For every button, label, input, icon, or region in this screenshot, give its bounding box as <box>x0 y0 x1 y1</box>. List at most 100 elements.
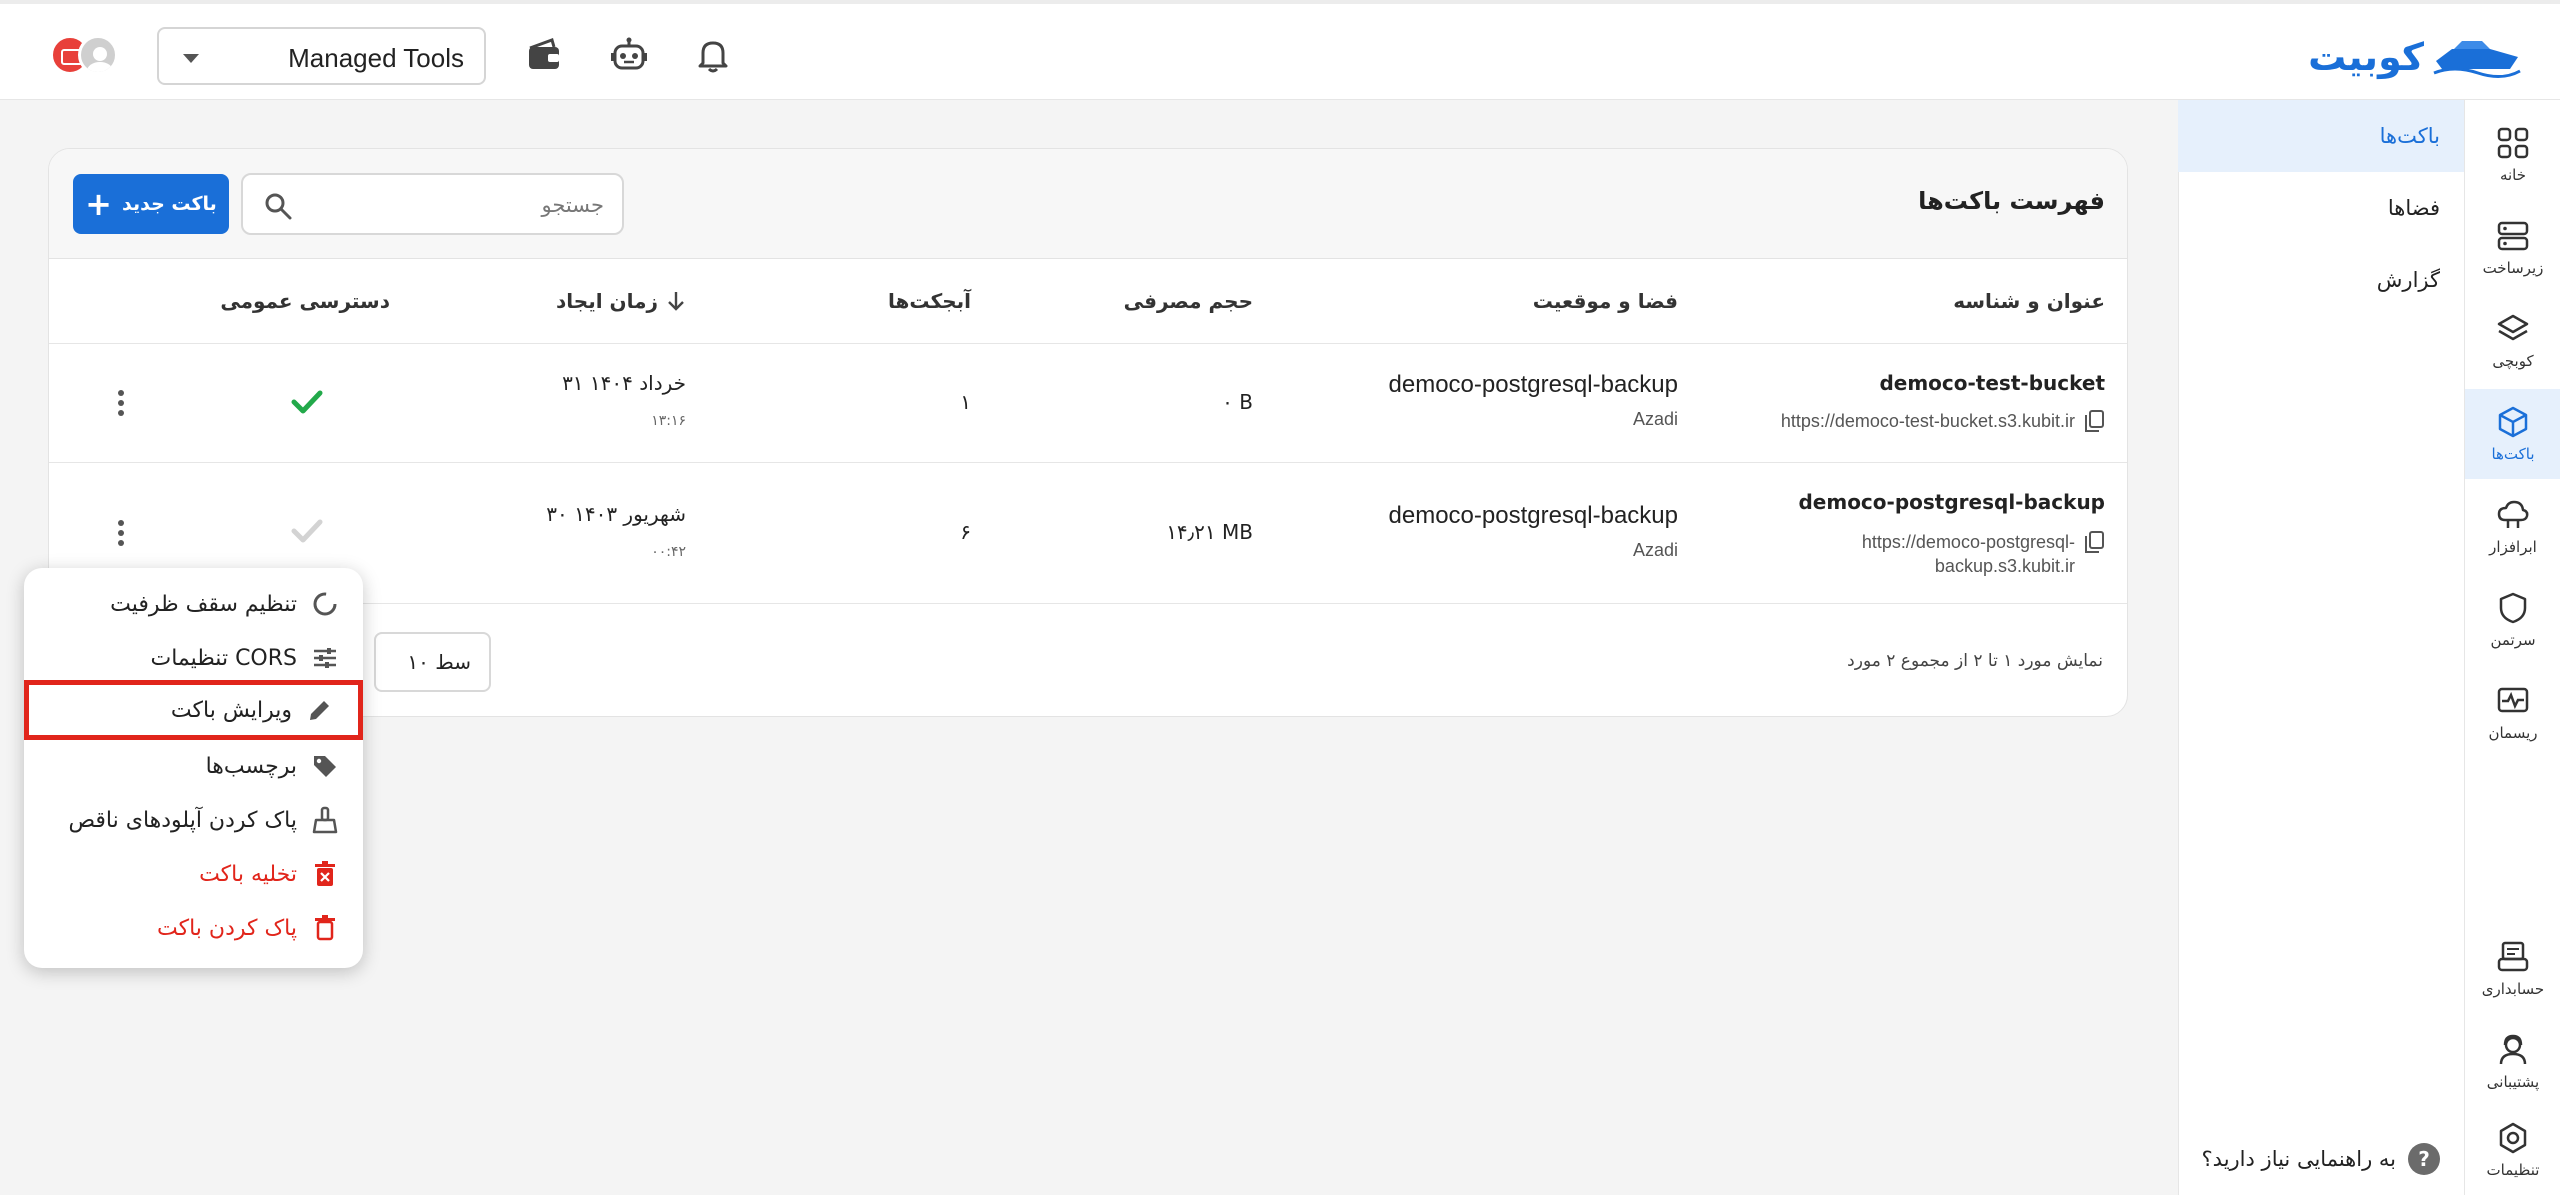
bucket-name[interactable]: democo-test-bucket <box>1879 371 2105 395</box>
search-input[interactable] <box>304 188 604 222</box>
menu-item-label: پاک کردن آپلودهای ناقص <box>68 807 297 833</box>
subnav-item-spaces[interactable]: فضاها <box>2178 172 2464 244</box>
table-header: عنوان و شناسه فضا و موقعیت حجم مصرفی آبج… <box>49 260 2127 344</box>
brand-name: کوبیت <box>2308 35 2424 79</box>
created-date: ۳۰ شهریور ۱۴۰۳ <box>546 502 686 526</box>
project-select-value: Managed Tools <box>288 43 464 73</box>
rail-label: حسابداری <box>2481 980 2545 998</box>
created-date: ۳۱ خرداد ۱۴۰۴ <box>562 371 686 395</box>
cloud-icon <box>2497 500 2529 528</box>
space-name: democo-postgresql-backup <box>1388 371 1679 398</box>
space-location: Azadi <box>1632 409 1678 429</box>
tag-icon <box>314 756 336 777</box>
menu-item-label: تخلیه باکت <box>199 861 297 887</box>
menu-item-cors-settings[interactable]: تنظیمات CORS <box>24 631 363 685</box>
objects-value: ۶ <box>960 520 971 544</box>
rail-item-cloudware[interactable]: ابرافزار <box>2465 482 2560 572</box>
menu-item-clear-incomplete-uploads[interactable]: پاک کردن آپلودهای ناقص <box>24 793 363 847</box>
menu-item-edit-bucket[interactable]: ویرایش باکت <box>24 680 363 740</box>
row-menu-button[interactable] <box>117 390 125 420</box>
size-value: ۰ B <box>1222 390 1253 414</box>
bucket-url-text: https://democo-postgresql- backup.s3.kub… <box>1862 530 2075 578</box>
rail-label: پشتیبانی <box>2486 1073 2540 1091</box>
space-name: democo-postgresql-backup <box>1388 502 1679 529</box>
menu-item-empty-bucket[interactable]: تخلیه باکت <box>24 847 363 901</box>
robot-icon[interactable] <box>609 35 649 75</box>
project-select[interactable]: Managed Tools <box>157 27 486 85</box>
server-icon <box>2497 221 2529 251</box>
help-text: به راهنمایی نیاز دارید؟ <box>2201 1147 2396 1171</box>
search-box[interactable] <box>241 173 624 235</box>
subnav-item-report[interactable]: گزارش <box>2178 244 2464 316</box>
rows-per-page-select[interactable]: ۱۰ سط <box>374 632 491 692</box>
rail-item-accounting[interactable]: حسابداری <box>2465 924 2560 1014</box>
rail-item-infrastructure[interactable]: زیرساخت <box>2465 203 2560 293</box>
support-icon <box>2499 1034 2527 1065</box>
bucket-url: https://democo-test-bucket.s3.kubit.ir <box>1781 409 2105 433</box>
rail-item-home[interactable]: خانه <box>2465 110 2560 200</box>
sub-sidebar: باکت‌ها فضاها گزارش به راهنمایی نیاز دار… <box>2178 100 2464 1195</box>
col-created[interactable]: زمان ایجاد <box>556 289 686 313</box>
col-public[interactable]: دسترسی عمومی <box>220 289 390 313</box>
check-icon <box>291 390 323 414</box>
rail-item-support[interactable]: پشتیبانی <box>2465 1017 2560 1107</box>
col-objects[interactable]: آبجکت‌ها <box>888 289 971 313</box>
wallet-icon[interactable] <box>524 35 564 75</box>
pagination-summary: نمایش مورد ۱ تا ۲ از مجموع ۲ مورد <box>1847 651 2103 671</box>
size-value: ۱۴٫۲۱ MB <box>1166 520 1253 544</box>
menu-item-delete-bucket[interactable]: پاک کردن باکت <box>24 901 363 955</box>
search-icon <box>265 193 292 220</box>
broom-icon <box>312 806 338 834</box>
rail-item-risman[interactable]: ریسمان <box>2465 668 2560 758</box>
help-link[interactable]: به راهنمایی نیاز دارید؟ ? <box>2202 1143 2440 1175</box>
new-bucket-button[interactable]: + باکت جدید <box>73 174 229 234</box>
monitor-icon <box>2497 687 2529 713</box>
col-space[interactable]: فضا و موقعیت <box>1533 289 1678 313</box>
bell-icon[interactable] <box>693 35 733 75</box>
row-menu-button[interactable] <box>117 520 125 550</box>
copy-icon[interactable] <box>2083 530 2105 554</box>
rail-item-settings[interactable]: تنظیمات <box>2465 1105 2560 1195</box>
arrow-down-icon <box>668 292 684 311</box>
rail-item-sartaman[interactable]: سرتمن <box>2465 575 2560 665</box>
chevron-down-icon <box>183 54 199 63</box>
menu-item-label: برچسب‌ها <box>205 753 297 779</box>
plus-icon: + <box>85 185 112 223</box>
menu-item-capacity-limit[interactable]: تنظیم سقف ظرفیت <box>24 577 363 631</box>
rail-item-kubchi[interactable]: کوبچی <box>2465 296 2560 386</box>
brand-logo[interactable]: کوبیت <box>2308 32 2522 82</box>
created-time: ۰۰:۴۲ <box>651 544 686 560</box>
bucket-url-text: https://democo-test-bucket.s3.kubit.ir <box>1780 410 2075 431</box>
space-location: Azadi <box>1632 540 1678 560</box>
menu-item-tags[interactable]: برچسب‌ها <box>24 739 363 793</box>
table-row[interactable]: democo-test-bucket https://democo-test-b… <box>49 345 2127 463</box>
menu-item-label: ویرایش باکت <box>170 697 292 723</box>
main-sidebar: خانه زیرساخت کوبچی باکت‌ها ابرافزار سرتم… <box>2464 100 2560 1195</box>
rail-item-buckets[interactable]: باکت‌ها <box>2465 389 2560 479</box>
bucket-name[interactable]: democo-postgresql-backup <box>1798 490 2105 514</box>
user-avatar-group[interactable] <box>44 30 124 80</box>
trash-icon <box>315 915 335 941</box>
top-header: کوبیت Managed Tools <box>0 0 2560 100</box>
bucket-url: https://democo-postgresql- backup.s3.kub… <box>1862 530 2105 578</box>
col-size[interactable]: حجم مصرفی <box>1124 289 1253 313</box>
rail-label: زیرساخت <box>2482 259 2544 277</box>
boat-logo-icon <box>2433 41 2521 78</box>
menu-item-label: تنظیم سقف ظرفیت <box>110 591 297 617</box>
receipt-icon <box>2497 941 2529 972</box>
col-name[interactable]: عنوان و شناسه <box>1953 289 2105 313</box>
trash-x-icon <box>315 861 335 886</box>
rail-label: کوبچی <box>2492 352 2534 370</box>
subnav-item-buckets[interactable]: باکت‌ها <box>2178 100 2464 172</box>
settings-icon <box>2499 1122 2527 1154</box>
sliders-icon <box>314 648 336 668</box>
rail-label: باکت‌ها <box>2491 445 2535 463</box>
new-bucket-label: باکت جدید <box>121 193 217 215</box>
capacity-icon <box>313 592 337 616</box>
shield-icon <box>2499 592 2527 624</box>
bucket-url-line: backup.s3.kubit.ir <box>1934 556 2075 576</box>
question-icon: ? <box>2408 1143 2440 1175</box>
rail-label: ریسمان <box>2488 724 2538 742</box>
copy-icon[interactable] <box>2083 409 2105 433</box>
col-created-label: زمان ایجاد <box>556 289 658 313</box>
